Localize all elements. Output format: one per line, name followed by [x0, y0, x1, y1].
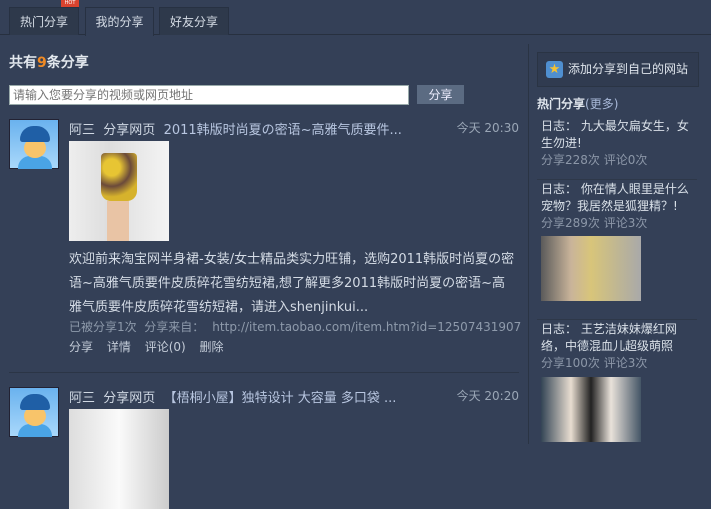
avatar[interactable]: [9, 387, 59, 437]
item-header: 阿三 分享网页 2011韩版时尚夏の密语~高雅气质要件...: [69, 123, 402, 138]
divider: [9, 372, 519, 373]
hot-shares-heading: 热门分享(更多): [537, 97, 619, 111]
item-thumbnail[interactable]: [69, 141, 169, 241]
item-meta: 已被分享1次 分享来自： http://item.taobao.com/item.…: [69, 320, 522, 334]
tab-friend-shares[interactable]: 好友分享: [159, 7, 229, 35]
share-action[interactable]: 分享: [69, 340, 93, 354]
item-description: 欢迎前来淘宝网半身裙-女装/女士精品类实力旺铺，选购2011韩版时尚夏の密语~高…: [69, 252, 515, 315]
hot-item[interactable]: 日志： 九大最欠扁女生，女生勿进! 分享228次 评论0次: [541, 118, 696, 169]
source-url-link[interactable]: http://item.taobao.com/item.htm?id=12507…: [212, 320, 521, 334]
sidebar: ★ 添加分享到自己的网站 热门分享(更多) 日志： 九大最欠扁女生，女生勿进! 分享…: [528, 44, 711, 444]
avatar[interactable]: [9, 119, 59, 169]
more-link[interactable]: (更多): [585, 97, 618, 111]
hot-item[interactable]: 日志： 你在情人眼里是什么宠物？我居然是狐狸精？! 分享289次 评论3次: [541, 181, 696, 232]
add-share-to-site-button[interactable]: ★ 添加分享到自己的网站: [537, 52, 699, 87]
comment-action[interactable]: 评论(0): [145, 340, 186, 354]
item-time: 今天 20:30: [456, 121, 519, 135]
share-button[interactable]: 分享: [417, 85, 464, 104]
item-title-link[interactable]: 【梧桐小屋】独特设计 大容量 多口袋 ...: [164, 391, 397, 406]
hot-badge: HOT: [61, 0, 79, 7]
item-title-link[interactable]: 2011韩版时尚夏の密语~高雅气质要件...: [164, 123, 402, 138]
detail-action[interactable]: 详情: [107, 340, 131, 354]
user-link[interactable]: 阿三: [69, 123, 95, 138]
item-thumbnail[interactable]: [69, 409, 169, 509]
hot-item[interactable]: 日志： 王艺洁妹妹爆红网络，中德混血儿超级萌照 分享100次 评论3次: [541, 321, 696, 372]
delete-action[interactable]: 删除: [200, 340, 224, 354]
share-url-input[interactable]: [9, 85, 409, 105]
hot-item-image[interactable]: [541, 377, 641, 442]
star-icon: ★: [546, 61, 563, 78]
tab-my-shares[interactable]: 我的分享: [85, 7, 154, 36]
hot-item-image[interactable]: [541, 236, 641, 301]
item-header: 阿三 分享网页 【梧桐小屋】独特设计 大容量 多口袋 ...: [69, 391, 397, 406]
tab-hot-shares[interactable]: 热门分享: [9, 7, 79, 35]
tab-bar: 热门分享 HOT 我的分享 好友分享: [0, 0, 711, 36]
item-actions: 分享 详情 评论(0) 删除: [69, 338, 234, 355]
user-link[interactable]: 阿三: [69, 391, 95, 406]
item-time: 今天 20:20: [456, 389, 519, 403]
share-count-heading: 共有9条分享: [9, 55, 89, 71]
